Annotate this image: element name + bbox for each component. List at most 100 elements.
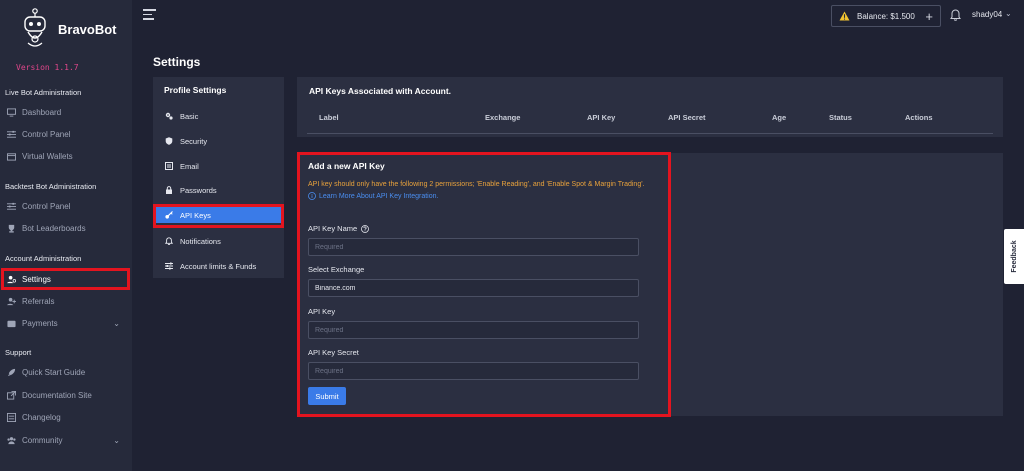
section-title-account: Account Administration	[5, 254, 82, 263]
wallet-icon	[6, 318, 16, 328]
users-icon	[6, 435, 16, 445]
panel-title: Profile Settings	[164, 85, 227, 95]
api-key-secret-label: API Key Secret	[308, 348, 359, 357]
learn-more-label: Learn More About API Key Integration.	[319, 192, 439, 200]
feedback-tab[interactable]: Feedback	[1004, 229, 1024, 284]
column-header-age: Age	[772, 113, 787, 122]
robot-logo-icon	[24, 8, 46, 47]
field-label: API Key Name	[308, 224, 358, 233]
notification-bell-icon[interactable]	[950, 9, 961, 21]
sidebar-item-quick-start[interactable]: Quick Start Guide	[0, 364, 132, 380]
help-icon[interactable]	[361, 224, 370, 233]
external-link-icon	[6, 390, 16, 400]
feedback-label: Feedback	[1010, 240, 1018, 273]
learn-more-link[interactable]: Learn More About API Key Integration.	[308, 192, 438, 200]
gears-icon	[164, 112, 173, 121]
profile-item-account-limits[interactable]: Account limits & Funds	[153, 257, 284, 275]
profile-item-security[interactable]: Security	[153, 132, 284, 150]
sidebar-item-label: Virtual Wallets	[22, 151, 73, 161]
trophy-icon	[6, 223, 16, 233]
sidebar-item-virtual-wallets[interactable]: Virtual Wallets	[0, 148, 132, 164]
profile-item-label: Email	[180, 161, 199, 171]
sidebar-item-label: Bot Leaderboards	[22, 223, 86, 233]
sidebar-item-backtest-control-panel[interactable]: Control Panel	[0, 198, 132, 214]
select-exchange-label: Select Exchange	[308, 265, 365, 274]
api-key-input[interactable]	[308, 321, 639, 339]
exchange-select[interactable]	[308, 279, 639, 297]
sidebar-item-label: Changelog	[22, 412, 61, 422]
sidebar-item-label: Control Panel	[22, 201, 71, 211]
api-keys-highlight-box	[153, 204, 284, 228]
sidebar-item-label: Quick Start Guide	[22, 367, 86, 377]
profile-item-notifications[interactable]: Notifications	[153, 232, 284, 250]
user-menu[interactable]: shady04	[972, 10, 1002, 19]
panel-title: API Keys Associated with Account.	[309, 86, 452, 96]
monitor-icon	[6, 107, 16, 117]
version-label: Version 1.1.7	[16, 63, 79, 72]
menu-toggle-icon[interactable]	[143, 9, 156, 21]
lock-icon	[164, 186, 173, 195]
sidebar-item-bot-leaderboards[interactable]: Bot Leaderboards	[0, 220, 132, 236]
page-title: Settings	[153, 55, 201, 69]
profile-item-basic[interactable]: Basic	[153, 107, 284, 125]
api-key-label: API Key	[308, 307, 336, 316]
profile-item-label: Passwords	[180, 185, 217, 195]
column-header-label: Label	[319, 113, 339, 122]
email-icon	[164, 162, 173, 171]
submit-button[interactable]: Submit	[308, 387, 346, 405]
chevron-down-icon: ⌄	[113, 318, 120, 328]
sidebar-item-label: Community	[22, 435, 63, 445]
sidebar-item-dashboard[interactable]: Dashboard	[0, 104, 132, 120]
sidebar-item-label: Documentation Site	[22, 390, 92, 400]
chevron-down-icon[interactable]: ⌄	[1005, 9, 1012, 18]
api-key-name-label: API Key Name	[308, 224, 370, 233]
column-header-status: Status	[829, 113, 852, 122]
balance-value: Balance: $1.500	[857, 11, 915, 21]
chevron-down-icon: ⌄	[113, 435, 120, 445]
rocket-icon	[6, 367, 16, 377]
info-icon	[308, 192, 316, 200]
sidebar-item-community[interactable]: Community ⌄	[0, 432, 132, 448]
sidebar-item-payments[interactable]: Payments ⌄	[0, 315, 132, 331]
profile-item-email[interactable]: Email	[153, 157, 284, 175]
sidebar: BravoBot Version 1.1.7 Live Bot Administ…	[0, 0, 132, 471]
table-divider	[307, 133, 993, 134]
warning-icon	[839, 11, 850, 21]
section-title-backtest: Backtest Bot Administration	[5, 182, 97, 191]
settings-highlight-box	[1, 268, 130, 290]
profile-item-passwords[interactable]: Passwords	[153, 181, 284, 199]
permission-notice: API key should only have the following 2…	[308, 181, 645, 188]
brand-name: BravoBot	[58, 21, 117, 37]
api-key-secret-input[interactable]	[308, 362, 639, 380]
shield-icon	[164, 137, 173, 146]
profile-item-label: Basic	[180, 111, 199, 121]
profile-item-label: Account limits & Funds	[180, 261, 257, 271]
column-header-api-key: API Key	[587, 113, 616, 122]
profile-item-label: Notifications	[180, 236, 221, 246]
sidebar-item-changelog[interactable]: Changelog	[0, 409, 132, 425]
balance-widget[interactable]: Balance: $1.500 +	[831, 5, 941, 27]
wallet-icon	[6, 151, 16, 161]
sidebar-item-referrals[interactable]: Referrals	[0, 293, 132, 309]
sidebar-item-control-panel[interactable]: Control Panel	[0, 126, 132, 142]
section-title-live-bot: Live Bot Administration	[5, 88, 82, 97]
sliders-icon	[6, 201, 16, 211]
add-funds-icon[interactable]: +	[925, 9, 933, 24]
sidebar-item-label: Payments	[22, 318, 58, 328]
list-icon	[6, 412, 16, 422]
column-header-actions: Actions	[905, 113, 933, 122]
profile-settings-panel: Profile Settings Basic Security Email Pa…	[153, 77, 284, 278]
api-key-name-input[interactable]	[308, 238, 639, 256]
sidebar-item-label: Control Panel	[22, 129, 71, 139]
sidebar-item-label: Referrals	[22, 296, 55, 306]
brand[interactable]: BravoBot	[22, 8, 117, 50]
sidebar-item-documentation[interactable]: Documentation Site	[0, 387, 132, 403]
sliders-icon	[6, 129, 16, 139]
section-title-support: Support	[5, 348, 32, 357]
user-plus-icon	[6, 296, 16, 306]
profile-item-label: Security	[180, 136, 208, 146]
api-keys-table-panel: API Keys Associated with Account. Label …	[297, 77, 1003, 137]
column-header-exchange: Exchange	[485, 113, 521, 122]
column-header-api-secret: API Secret	[668, 113, 706, 122]
bell-icon	[164, 237, 173, 246]
